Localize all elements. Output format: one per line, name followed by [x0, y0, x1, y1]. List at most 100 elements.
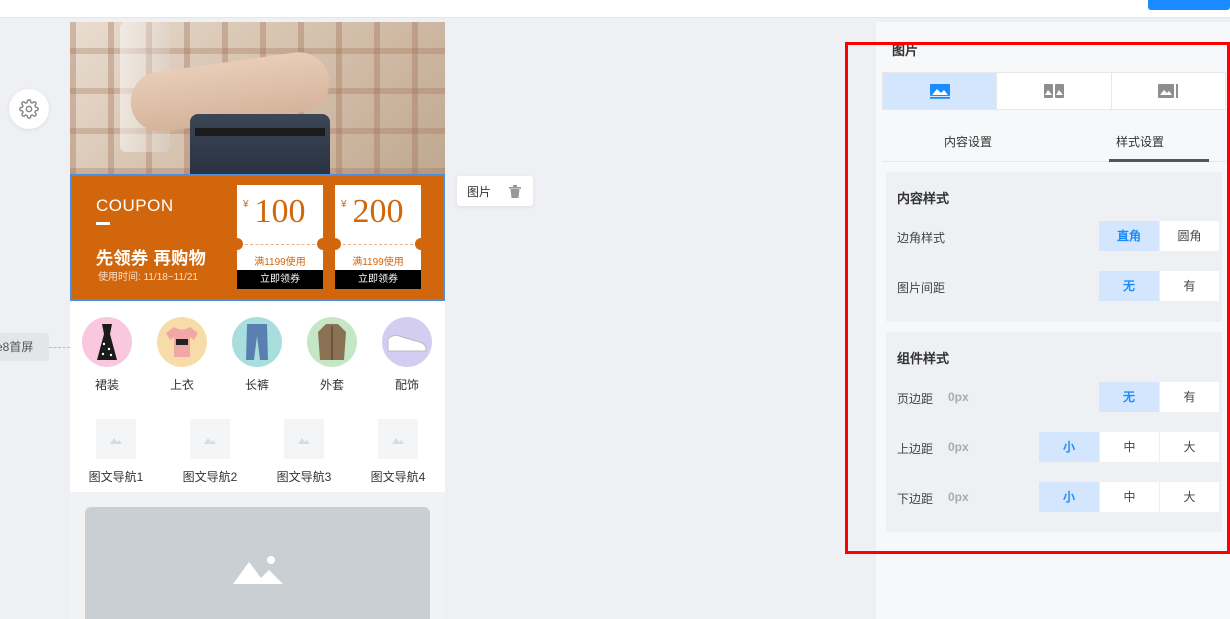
category-label: 外套 [319, 378, 344, 392]
image-gap-toggle: 无 有 [1099, 271, 1219, 301]
category-item[interactable]: 配饰 [377, 317, 437, 393]
coat-icon [318, 324, 346, 360]
image-placeholder-icon [298, 437, 310, 444]
coupon-title: COUPON [96, 196, 174, 215]
category-label: 长裤 [244, 378, 269, 392]
ticket-notch [231, 238, 243, 250]
page-margin-row: 页边距 0px 无 有 [897, 382, 1219, 412]
phone-canvas: COUPON 先领券 再购物 使用时间: 11/18~11/21 ¥ 100 满… [70, 22, 445, 619]
ticket-notch [317, 238, 329, 250]
category-avatar [232, 317, 282, 367]
image-nav-item[interactable]: 图文导航3 [264, 419, 344, 485]
top-margin-large-option[interactable]: 大 [1159, 432, 1219, 462]
mountain-image-icon [232, 556, 283, 584]
category-item[interactable]: 长裤 [227, 317, 287, 393]
image-section [70, 492, 445, 619]
coupon-ticket[interactable]: ¥ 100 满1199使用 立即领券 [231, 185, 329, 289]
component-tag[interactable]: 图片 [457, 176, 533, 206]
coupon-ticket[interactable]: ¥ 200 满1199使用 立即领券 [329, 185, 427, 289]
claim-coupon-button[interactable]: 立即领券 [237, 270, 323, 289]
coupon-headline: 先领券 再购物 [96, 249, 207, 268]
image-component-placeholder[interactable] [85, 507, 430, 619]
settings-sub-tabs: 内容设置 样式设置 [882, 122, 1226, 162]
publish-button[interactable] [1148, 0, 1230, 10]
bottom-margin-toggle: 小 中 大 [1039, 482, 1219, 512]
shoe-icon [387, 334, 427, 352]
image-placeholder-icon [392, 437, 404, 444]
tab-content-settings[interactable]: 内容设置 [882, 122, 1054, 161]
trash-icon[interactable] [509, 184, 522, 198]
category-item[interactable]: 裙装 [77, 317, 137, 393]
layout-single-image-tab[interactable] [883, 73, 998, 109]
gap-yes-option[interactable]: 有 [1159, 271, 1219, 301]
bottom-margin-small-option[interactable]: 小 [1039, 482, 1099, 512]
bottom-margin-label: 下边距 [897, 492, 934, 506]
bottom-margin-large-option[interactable]: 大 [1159, 482, 1219, 512]
nav-image-placeholder [284, 419, 324, 459]
content-style-card: 内容样式 边角样式 直角 圆角 图片间距 无 有 [886, 172, 1222, 322]
scroll-image-icon [1158, 84, 1179, 98]
hero-belt-shape [195, 128, 325, 136]
nav-label: 图文导航4 [370, 470, 426, 484]
image-nav-item[interactable]: 图文导航4 [358, 419, 438, 485]
layout-scroll-image-tab[interactable] [1112, 73, 1225, 109]
category-label: 裙装 [94, 378, 119, 392]
tab-style-settings[interactable]: 样式设置 [1054, 122, 1226, 162]
top-margin-medium-option[interactable]: 中 [1099, 432, 1159, 462]
corner-round-option[interactable]: 圆角 [1159, 221, 1219, 251]
content-style-title: 内容样式 [897, 191, 950, 206]
gear-icon [19, 99, 39, 119]
image-nav-item[interactable]: 图文导航1 [76, 419, 156, 485]
nav-label: 图文导航1 [88, 470, 144, 484]
jeans-icon [246, 324, 268, 360]
nav-label: 图文导航3 [276, 470, 332, 484]
category-item[interactable]: 外套 [302, 317, 362, 393]
nav-label: 图文导航2 [182, 470, 238, 484]
page-margin-none-option[interactable]: 无 [1099, 382, 1159, 412]
category-avatar [382, 317, 432, 367]
corner-square-option[interactable]: 直角 [1099, 221, 1159, 251]
ticket-notch [329, 238, 341, 250]
category-item[interactable]: 上衣 [152, 317, 212, 393]
page-margin-yes-option[interactable]: 有 [1159, 382, 1219, 412]
page-margin-value: 0px [948, 390, 969, 404]
coupon-title-underline [96, 222, 110, 225]
top-margin-small-option[interactable]: 小 [1039, 432, 1099, 462]
category-label: 配饰 [394, 378, 419, 392]
page-margin-label: 页边距 [897, 392, 934, 406]
nav-image-placeholder [96, 419, 136, 459]
layout-double-image-tab[interactable] [997, 73, 1112, 109]
corner-style-row: 边角样式 直角 圆角 [897, 221, 1219, 251]
bottom-margin-medium-option[interactable]: 中 [1099, 482, 1159, 512]
category-label: 上衣 [169, 378, 194, 392]
top-margin-row: 上边距 0px 小 中 大 [897, 432, 1219, 462]
bottom-margin-value: 0px [948, 490, 969, 504]
page-settings-button[interactable] [9, 89, 49, 129]
image-gap-label: 图片间距 [897, 281, 946, 295]
image-text-nav: 图文导航1 图文导航2 图文导航3 图文导航4 [70, 419, 445, 491]
coupon-time: 使用时间: 11/18~11/21 [98, 272, 198, 283]
nav-image-placeholder [190, 419, 230, 459]
layout-style-tabs [882, 72, 1226, 110]
bottom-margin-row: 下边距 0px 小 中 大 [897, 482, 1219, 512]
ticket-value: 100 [254, 193, 306, 230]
category-avatar [82, 317, 132, 367]
first-screen-marker: e8首屏 [0, 333, 49, 361]
corner-style-label: 边角样式 [897, 231, 946, 245]
top-toolbar [0, 0, 1230, 18]
image-placeholder-icon [204, 437, 216, 444]
hero-image[interactable] [70, 22, 445, 174]
ticket-value: 200 [352, 193, 404, 230]
image-nav-item[interactable]: 图文导航2 [170, 419, 250, 485]
coupon-banner[interactable]: COUPON 先领券 再购物 使用时间: 11/18~11/21 ¥ 100 满… [70, 174, 445, 301]
component-tag-label: 图片 [467, 184, 492, 199]
first-screen-divider [49, 347, 70, 348]
top-margin-label: 上边距 [897, 442, 934, 456]
image-gap-row: 图片间距 无 有 [897, 271, 1219, 301]
ticket-divider [245, 244, 315, 245]
gap-none-option[interactable]: 无 [1099, 271, 1159, 301]
claim-coupon-button[interactable]: 立即领券 [335, 270, 421, 289]
top-margin-toggle: 小 中 大 [1039, 432, 1219, 462]
category-nav: 裙装 上衣 长裤 外套 配饰 [70, 317, 445, 399]
page-margin-toggle: 无 有 [1099, 382, 1219, 412]
